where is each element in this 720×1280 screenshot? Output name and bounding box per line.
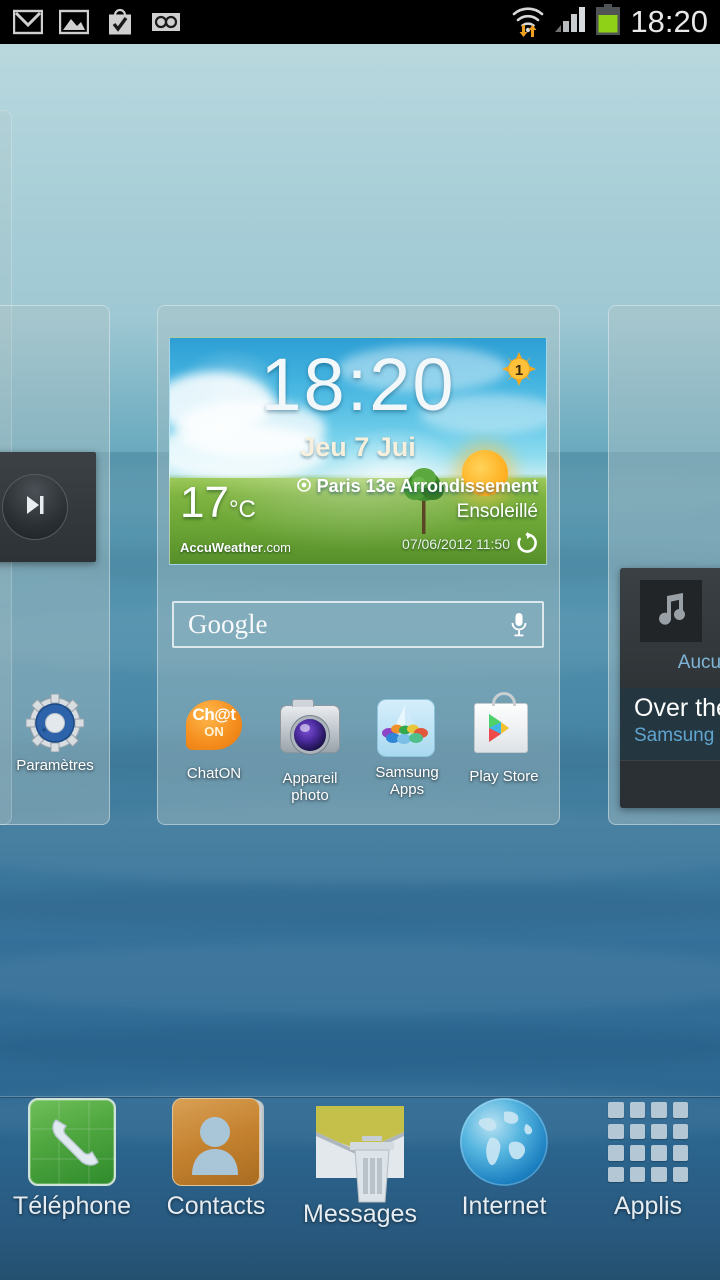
- dock-label-messages: Messages: [303, 1200, 417, 1228]
- trash-icon: [344, 1134, 400, 1204]
- next-track-icon: [22, 492, 48, 523]
- music-widget-controls[interactable]: [620, 760, 720, 808]
- dock-item-phone[interactable]: Téléphone: [0, 1098, 144, 1221]
- app-icon-samsung-apps[interactable]: Samsung Apps: [359, 697, 455, 798]
- grid-cell: [672, 1123, 688, 1139]
- play-store-installed-icon: [100, 5, 140, 39]
- weather-provider-name: AccuWeather: [180, 540, 263, 555]
- grid-cell: [608, 1166, 624, 1182]
- grid-cell: [672, 1145, 688, 1161]
- weather-temperature: 17°C: [180, 478, 256, 527]
- music-no-track-label: Aucune: [677, 652, 720, 673]
- weather-clock-widget[interactable]: 18:20 Jeu 7 Jui 1 17°C AccuWeather.com P…: [169, 337, 547, 565]
- messages-icon: [316, 1106, 404, 1203]
- music-note-icon: [640, 580, 702, 642]
- voicemail-icon: [146, 5, 186, 39]
- widget-clock-date: Jeu 7 Jui: [300, 432, 416, 462]
- grid-cell: [629, 1145, 645, 1161]
- status-bar[interactable]: 18:20: [0, 0, 720, 44]
- location-icon: [296, 476, 311, 497]
- globe-icon: [460, 1098, 548, 1186]
- dock: Téléphone Contacts Messages Internet App…: [0, 1098, 720, 1280]
- app-label-samsung-apps: Samsung Apps: [375, 764, 439, 798]
- app-grid-icon: [604, 1098, 692, 1186]
- dock-item-messages[interactable]: Messages: [288, 1098, 432, 1229]
- music-track-title: Over the H: [634, 694, 720, 722]
- next-track-button[interactable]: [2, 474, 68, 540]
- microphone-icon[interactable]: [510, 612, 528, 638]
- dock-divider: [0, 1096, 720, 1097]
- weather-city: Paris 13e Arrondissement: [296, 476, 538, 497]
- weather-condition: Ensoleillé: [456, 501, 538, 522]
- city-count-badge: 1: [502, 352, 536, 386]
- ripple: [0, 944, 720, 1014]
- music-widget-header: Aucune: [620, 568, 720, 688]
- grid-cell: [672, 1166, 688, 1182]
- gallery-icon: [54, 5, 94, 39]
- tree-graphic: [402, 462, 446, 534]
- gear-icon: [25, 693, 85, 753]
- weather-provider: AccuWeather.com: [180, 540, 291, 555]
- gmail-icon: [8, 5, 48, 39]
- widget-clock-time: 18:20: [260, 343, 456, 426]
- camera-lens: [294, 719, 326, 751]
- status-bar-clock: 18:20: [630, 4, 708, 39]
- music-track-info: Over the H Samsung: [620, 688, 720, 760]
- dock-label-contacts: Contacts: [166, 1192, 266, 1220]
- phone-icon: [28, 1098, 116, 1186]
- chaton-icon-bottom-text: ON: [204, 724, 224, 739]
- app-label-settings: Paramètres: [16, 757, 94, 774]
- music-player-widget[interactable]: Aucune Over the H Samsung: [620, 568, 720, 808]
- app-label-chaton: ChatON: [186, 765, 242, 782]
- camera-viewfinder-bump: [292, 699, 314, 707]
- weather-provider-suffix: .com: [262, 540, 292, 555]
- battery-icon: [595, 3, 621, 41]
- samsung-apps-icon: [377, 699, 437, 759]
- weather-city-label: Paris 13e Arrondissement: [316, 476, 538, 496]
- ripple: [0, 884, 720, 928]
- camera-icon: [280, 699, 340, 765]
- dock-item-applis[interactable]: Applis: [576, 1098, 720, 1221]
- city-count-badge-value: 1: [515, 362, 523, 379]
- status-bar-notifications[interactable]: [0, 5, 186, 39]
- grid-cell: [651, 1123, 667, 1139]
- app-icon-play-store[interactable]: Play Store: [456, 692, 552, 785]
- grid-cell: [651, 1166, 667, 1182]
- weather-updated-time: 07/06/2012 11:50: [402, 536, 510, 552]
- signal-icon: [554, 5, 586, 40]
- wifi-icon: [511, 3, 545, 42]
- grid-cell: [608, 1123, 624, 1139]
- grid-cell: [651, 1102, 667, 1118]
- search-input[interactable]: Google: [188, 609, 267, 640]
- grid-cell: [608, 1145, 624, 1161]
- grid-cell: [629, 1102, 645, 1118]
- grid-cell: [608, 1102, 624, 1118]
- app-icon-chaton[interactable]: Ch@t ON ChatON: [166, 697, 262, 782]
- music-next-track-widget[interactable]: [0, 452, 96, 562]
- status-bar-system[interactable]: 18:20: [511, 3, 720, 42]
- dock-item-contacts[interactable]: Contacts: [144, 1098, 288, 1221]
- contacts-icon: [172, 1098, 260, 1186]
- grid-cell: [629, 1166, 645, 1182]
- chaton-icon: Ch@t ON: [184, 700, 244, 760]
- app-label-play-store: Play Store: [469, 768, 539, 785]
- app-icon-settings[interactable]: Paramètres: [7, 693, 103, 774]
- dock-label-internet: Internet: [461, 1192, 547, 1220]
- ripple: [0, 1024, 720, 1070]
- app-icon-camera[interactable]: Appareil photo: [262, 697, 358, 804]
- refresh-icon[interactable]: [516, 532, 538, 554]
- dock-item-internet[interactable]: Internet: [432, 1098, 576, 1221]
- google-search-bar[interactable]: Google: [172, 601, 544, 648]
- grid-cell: [651, 1145, 667, 1161]
- play-store-icon: [474, 692, 534, 763]
- music-track-artist: Samsung: [634, 725, 715, 746]
- dock-label-phone: Téléphone: [12, 1192, 132, 1220]
- app-label-camera: Appareil photo: [282, 770, 338, 804]
- chaton-icon-top-text: Ch@t: [192, 705, 236, 724]
- grid-cell: [629, 1123, 645, 1139]
- grid-cell: [672, 1102, 688, 1118]
- dock-label-applis: Applis: [613, 1192, 683, 1220]
